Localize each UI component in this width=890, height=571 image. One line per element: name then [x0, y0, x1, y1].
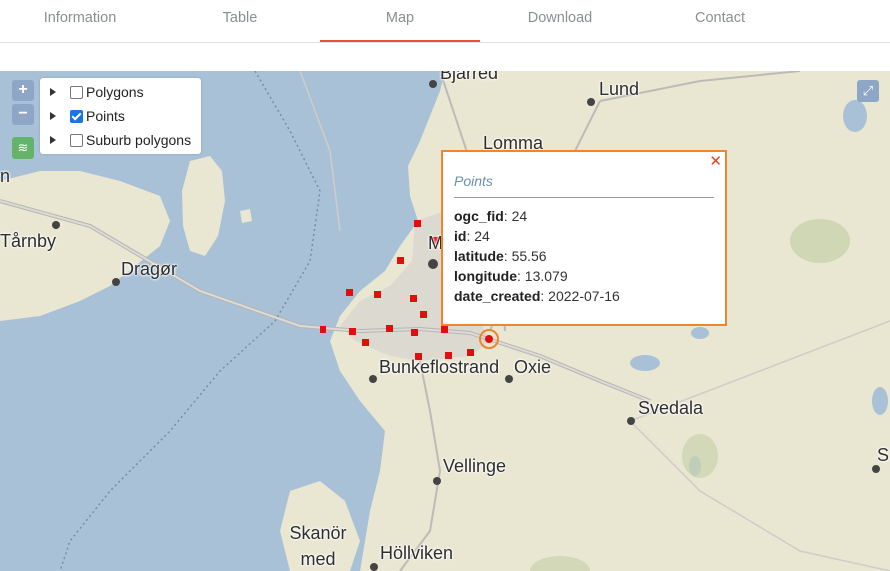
zoom-control: + −: [12, 80, 34, 128]
layer-row-polygons: Polygons: [50, 81, 200, 103]
map-label-skanor-med: Skanör med: [289, 523, 347, 569]
field-value: 2022-07-16: [548, 288, 620, 304]
field-key: ogc_fid: [454, 208, 504, 224]
fullscreen-icon[interactable]: ⤢: [857, 80, 879, 102]
popup-title: Points: [454, 173, 493, 189]
popup-field-date-created: date_created: 2022-07-16: [454, 288, 620, 304]
expand-triangle-icon[interactable]: [50, 88, 56, 96]
polygons-checkbox[interactable]: [70, 86, 83, 99]
layer-row-suburb-polygons: Suburb polygons: [50, 129, 200, 151]
field-key: id: [454, 228, 467, 244]
expand-triangle-icon[interactable]: [50, 112, 56, 120]
map-label-oxie: Oxie: [514, 357, 552, 377]
field-key: date_created: [454, 288, 541, 304]
close-icon[interactable]: ✕: [709, 152, 722, 170]
field-value: 13.079: [524, 268, 568, 284]
popup-field-id: id: 24: [454, 228, 490, 244]
field-value: 55.56: [511, 248, 547, 264]
map-label-lund: Lund: [599, 79, 640, 99]
tab-table[interactable]: Table: [160, 0, 320, 40]
map-label-hollviken: Höllviken: [380, 543, 454, 563]
popup-field-ogc-fid: ogc_fid: 24: [454, 208, 528, 224]
field-key: longitude: [454, 268, 517, 284]
tab-download[interactable]: Download: [480, 0, 640, 40]
feature-popup: ✕ Points ogc_fid: 24 id: 24 latitude: 55…: [441, 150, 727, 326]
field-value: 24: [511, 208, 528, 224]
popup-field-longitude: longitude: 13.079: [454, 268, 568, 284]
layer-row-points: Points: [50, 105, 200, 127]
tab-information[interactable]: Information: [0, 0, 160, 40]
layer-label-points: Points: [86, 108, 125, 124]
map-label-bunkeflostrand: Bunkeflostrand: [379, 357, 500, 377]
expand-triangle-icon[interactable]: [50, 136, 56, 144]
map-label-s-partial: S: [877, 445, 890, 465]
map-label-n-partial: n: [0, 166, 11, 186]
tab-map[interactable]: Map: [320, 0, 480, 42]
zoom-out-button[interactable]: −: [12, 104, 34, 125]
tab-contact[interactable]: Contact: [640, 0, 800, 40]
map-label-dragor: Dragør: [121, 259, 178, 279]
points-checkbox[interactable]: [70, 110, 83, 123]
map-label-vellinge: Vellinge: [443, 456, 507, 476]
layer-label-suburb-polygons: Suburb polygons: [86, 132, 192, 148]
map-label-bjarred: Bjärred: [440, 71, 499, 83]
map-label-svedala: Svedala: [638, 398, 704, 418]
map-label-tarnby: Tårnby: [0, 231, 57, 251]
layers-icon[interactable]: ≋: [12, 137, 34, 159]
field-value: 24: [474, 228, 490, 244]
layer-label-polygons: Polygons: [86, 84, 144, 100]
suburb-polygons-checkbox[interactable]: [70, 134, 83, 147]
popup-divider: [454, 197, 714, 198]
popup-field-latitude: latitude: 55.56: [454, 248, 547, 264]
tab-bar: Information Table Map Download Contact: [0, 0, 890, 43]
zoom-in-button[interactable]: +: [12, 80, 34, 101]
field-key: latitude: [454, 248, 504, 264]
layer-panel: Polygons Points Suburb polygons: [40, 78, 201, 154]
